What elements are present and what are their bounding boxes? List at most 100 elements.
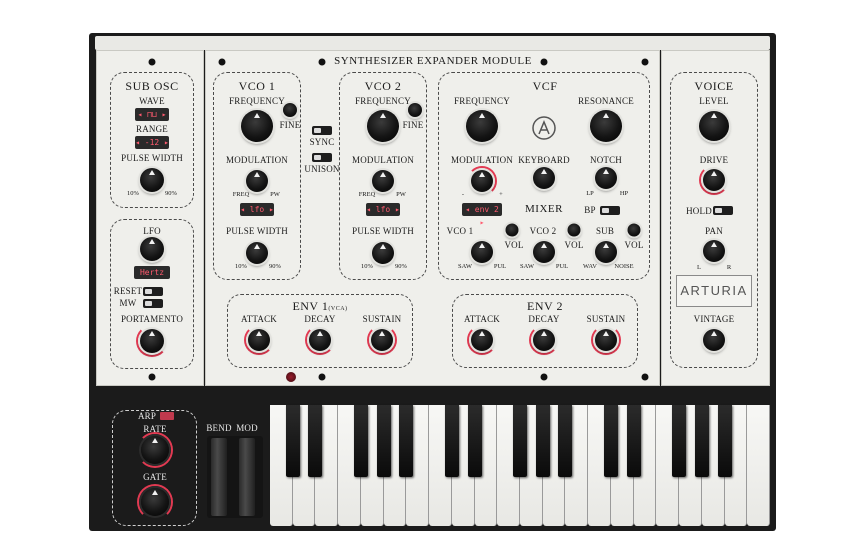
pan-knob[interactable] [703, 240, 725, 262]
mixer-noise-label: NOISE [614, 263, 634, 270]
screw [318, 373, 326, 381]
notch-label: NOTCH [590, 155, 622, 165]
unison-label: UNISON [304, 164, 340, 174]
range-value: -12 [144, 138, 160, 147]
vco2-modulation-knob[interactable] [372, 170, 394, 192]
mixer-vco2-vol-knob[interactable] [567, 223, 581, 237]
black-key[interactable] [626, 405, 641, 477]
vcf-modulation-label: MODULATION [451, 155, 513, 165]
sub-pulse-width-label: PULSE WIDTH [121, 153, 183, 163]
vcf-resonance-knob[interactable] [590, 110, 622, 142]
mw-switch[interactable] [143, 299, 163, 308]
env1-sustain-knob[interactable] [371, 329, 393, 351]
mixer-sub-shape-knob[interactable] [595, 241, 617, 263]
sub-pulse-width-knob[interactable] [140, 168, 164, 192]
keyboard-label: KEYBOARD [518, 155, 570, 165]
lfo-rate-display[interactable]: Hertz [134, 266, 170, 279]
bp-label: BP [584, 205, 596, 215]
arp-rate-knob[interactable] [141, 436, 169, 464]
hold-switch[interactable] [713, 206, 733, 215]
reset-label: RESET [113, 286, 143, 296]
vco2-pulse-width-knob[interactable] [372, 242, 394, 264]
black-key[interactable] [353, 405, 368, 477]
vcf-mod-plus: + [499, 191, 503, 198]
sub-pw-min: 10% [127, 190, 139, 197]
voice-title: VOICE [694, 79, 734, 93]
mixer-title: MIXER [525, 203, 563, 215]
vco2-frequency-knob[interactable] [367, 110, 399, 142]
vco1-pulse-width-knob[interactable] [246, 242, 268, 264]
vco1-mod-source[interactable]: ◂ lfo ▸ [240, 203, 274, 216]
white-key[interactable] [747, 405, 770, 526]
vcf-resonance-label: RESONANCE [578, 96, 634, 106]
mixer-vco2-shape-knob[interactable] [533, 241, 555, 263]
lfo-rate-knob[interactable] [140, 237, 164, 261]
vintage-knob[interactable] [703, 329, 725, 351]
keyboard-tracking-knob[interactable] [533, 167, 555, 189]
black-key[interactable] [376, 405, 391, 477]
mixer-vco1-saw-label: SAW [458, 263, 472, 270]
black-key[interactable] [399, 405, 414, 477]
bend-wheel[interactable] [211, 438, 227, 516]
module-title: SYNTHESIZER EXPANDER MODULE [334, 55, 532, 67]
top-rail [95, 36, 770, 50]
vcf-frequency-knob[interactable] [466, 110, 498, 142]
wave-label: WAVE [139, 96, 165, 106]
env1-attack-knob[interactable] [248, 329, 270, 351]
vco1-frequency-knob[interactable] [241, 110, 273, 142]
env1-decay-knob[interactable] [309, 329, 331, 351]
screw [641, 58, 649, 66]
black-key[interactable] [694, 405, 709, 477]
lp-label: LP [586, 190, 594, 197]
vcf-mod-source[interactable]: ◂ env 2 ▸ [462, 203, 502, 227]
reset-switch[interactable] [143, 287, 163, 296]
black-key[interactable] [558, 405, 573, 477]
vco1-fine-knob[interactable] [283, 103, 297, 117]
black-key[interactable] [535, 405, 550, 477]
mod-wheel[interactable] [239, 438, 255, 516]
vco1-modulation-label: MODULATION [226, 155, 288, 165]
mixer-sub-vol-knob[interactable] [627, 223, 641, 237]
vco2-pw-label: PW [396, 191, 406, 198]
arturia-logo-icon [532, 116, 556, 140]
vcf-frequency-label: FREQUENCY [454, 96, 510, 106]
black-key[interactable] [444, 405, 459, 477]
portamento-knob[interactable] [140, 329, 164, 353]
mod-label: MOD [236, 423, 258, 433]
mixer-vco1-vol-knob[interactable] [505, 223, 519, 237]
arp-gate-label: GATE [143, 472, 167, 482]
env2-sustain-knob[interactable] [595, 329, 617, 351]
unison-switch[interactable] [312, 153, 332, 162]
black-key[interactable] [308, 405, 323, 477]
vco2-fine-knob[interactable] [408, 103, 422, 117]
black-key[interactable] [513, 405, 527, 477]
range-selector[interactable]: ◂ -12 ▸ [135, 136, 169, 149]
arp-toggle[interactable] [160, 412, 174, 420]
vco2-pw-max: 90% [395, 263, 407, 270]
mixer-vco2-pul-label: PUL [555, 263, 569, 270]
screw [641, 373, 649, 381]
vco2-mod-source[interactable]: ◂ lfo ▸ [366, 203, 400, 216]
env2-decay-knob[interactable] [533, 329, 555, 351]
level-knob[interactable] [699, 111, 729, 141]
notch-knob[interactable] [595, 167, 617, 189]
black-key[interactable] [672, 405, 687, 477]
vco1-pw-label: PW [270, 191, 280, 198]
sync-switch[interactable] [312, 126, 332, 135]
wave-selector[interactable]: ◂ ⊓⊔ ▸ [135, 108, 169, 121]
black-key[interactable] [285, 405, 300, 477]
bp-switch[interactable] [600, 206, 620, 215]
black-key[interactable] [603, 405, 618, 477]
black-key[interactable] [717, 405, 732, 477]
env2-attack-knob[interactable] [471, 329, 493, 351]
drive-knob[interactable] [703, 169, 725, 191]
vcf-modulation-knob[interactable] [471, 170, 493, 192]
vco2-pw-min: 10% [361, 263, 373, 270]
mixer-vco1-shape-knob[interactable] [471, 241, 493, 263]
vco1-modulation-knob[interactable] [246, 170, 268, 192]
env1-subtitle: (VCA) [328, 306, 348, 312]
env2-sustain-label: SUSTAIN [586, 314, 626, 324]
arp-gate-knob[interactable] [141, 488, 169, 516]
black-key[interactable] [467, 405, 482, 477]
vco1-frequency-label: FREQUENCY [229, 96, 285, 106]
